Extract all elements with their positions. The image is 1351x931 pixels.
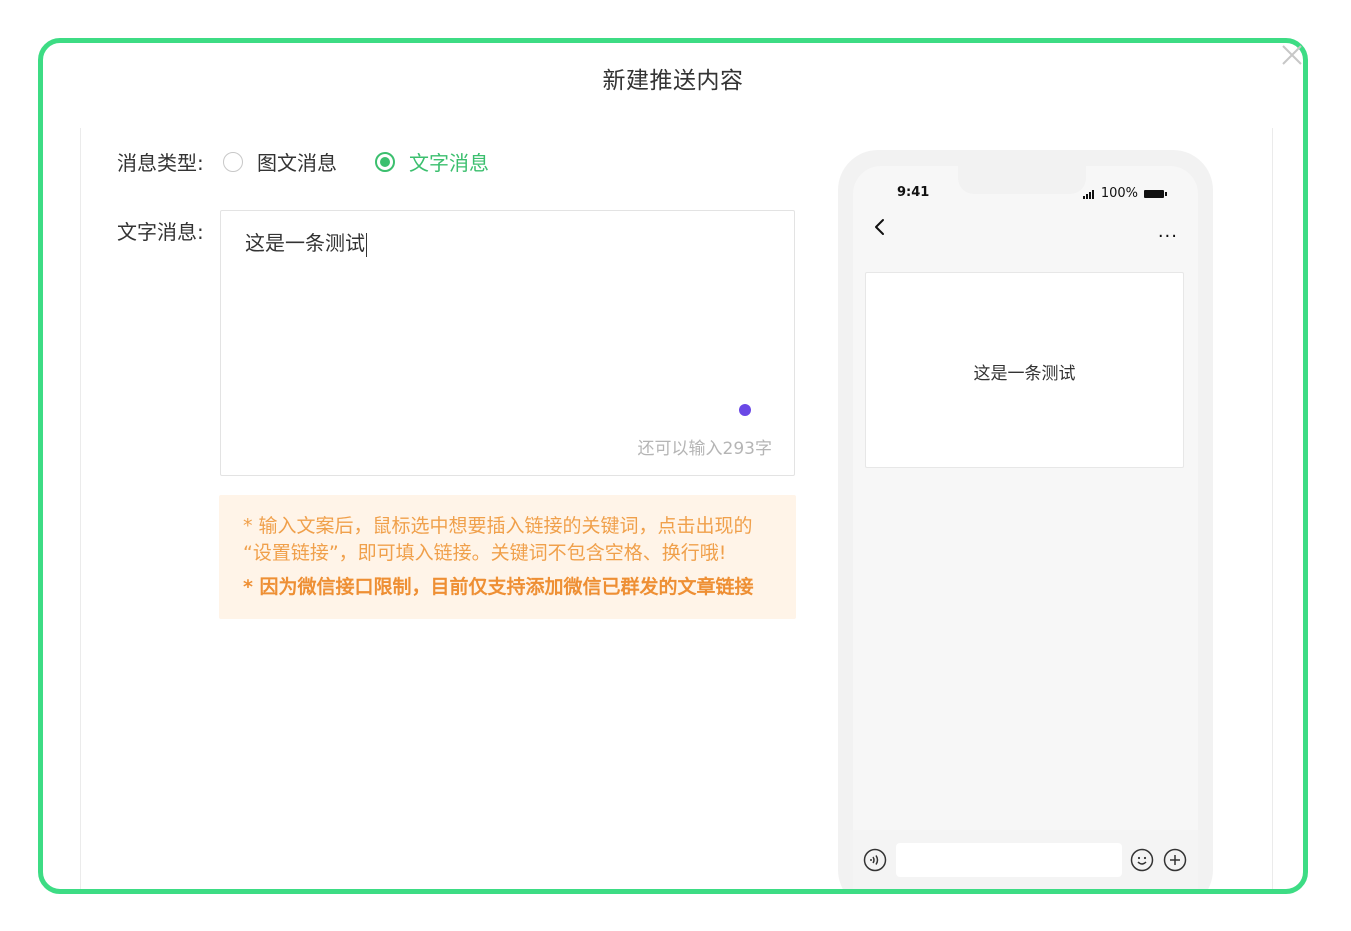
battery-icon (1144, 189, 1167, 198)
panel-divider-right (1272, 128, 1273, 889)
back-icon[interactable] (871, 218, 889, 236)
emoji-icon[interactable] (1130, 848, 1154, 872)
message-card: 这是一条测试 (865, 272, 1184, 468)
message-type-radio-group: 图文消息 文字消息 (223, 147, 527, 176)
text-message-textarea[interactable]: 这是一条测试 还可以输入293字 (220, 210, 795, 476)
radio-label-text: 文字消息 (409, 151, 489, 175)
notice-line-2: “设置链接”，即可填入链接。关键词不包含空格、换行哦! (243, 542, 727, 564)
text-caret (366, 232, 367, 257)
panel-divider-left (80, 128, 81, 889)
chat-input-bar (853, 830, 1198, 889)
text-message-label: 文字消息: (117, 220, 204, 244)
chat-input-field[interactable] (896, 843, 1122, 877)
phone-screen: 9:41 100% ··· 这是一条测试 (853, 166, 1198, 889)
new-push-modal: 新建推送内容 消息类型: 图文消息 文字消息 文字消息: 这是一条测试 还可以输… (38, 38, 1308, 894)
radio-label-image-text: 图文消息 (257, 151, 337, 175)
modal-title: 新建推送内容 (602, 68, 744, 94)
status-right: 100% (1082, 186, 1167, 201)
phone-notch (958, 166, 1086, 194)
grammarly-dot[interactable] (739, 404, 751, 416)
link-notice-box: * 输入文案后，鼠标选中想要插入链接的关键词，点击出现的 “设置链接”，即可填入… (219, 495, 796, 619)
radio-image-text-message[interactable]: 图文消息 (223, 147, 337, 176)
radio-text-message[interactable]: 文字消息 (375, 147, 489, 176)
radio-circle-unchecked[interactable] (223, 151, 243, 172)
message-type-label: 消息类型: (117, 151, 204, 175)
notice-line-1: * 输入文案后，鼠标选中想要插入链接的关键词，点击出现的 (243, 515, 753, 537)
signal-icon (1082, 189, 1095, 199)
voice-icon[interactable] (863, 848, 887, 872)
phone-preview: 9:41 100% ··· 这是一条测试 (838, 150, 1213, 889)
char-counter: 还可以输入293字 (637, 439, 772, 459)
more-icon[interactable]: ··· (1158, 226, 1178, 247)
radio-circle-checked[interactable] (375, 151, 395, 172)
textarea-value[interactable]: 这是一条测试 (245, 227, 367, 257)
battery-percent: 100% (1100, 186, 1138, 201)
status-time: 9:41 (897, 185, 930, 200)
preview-message-text: 这是一条测试 (973, 364, 1076, 384)
notice-line-3: * 因为微信接口限制，目前仅支持添加微信已群发的文章链接 (243, 576, 754, 598)
textarea-text: 这是一条测试 (245, 231, 365, 255)
plus-icon[interactable] (1163, 848, 1187, 872)
close-icon[interactable] (1279, 42, 1305, 68)
